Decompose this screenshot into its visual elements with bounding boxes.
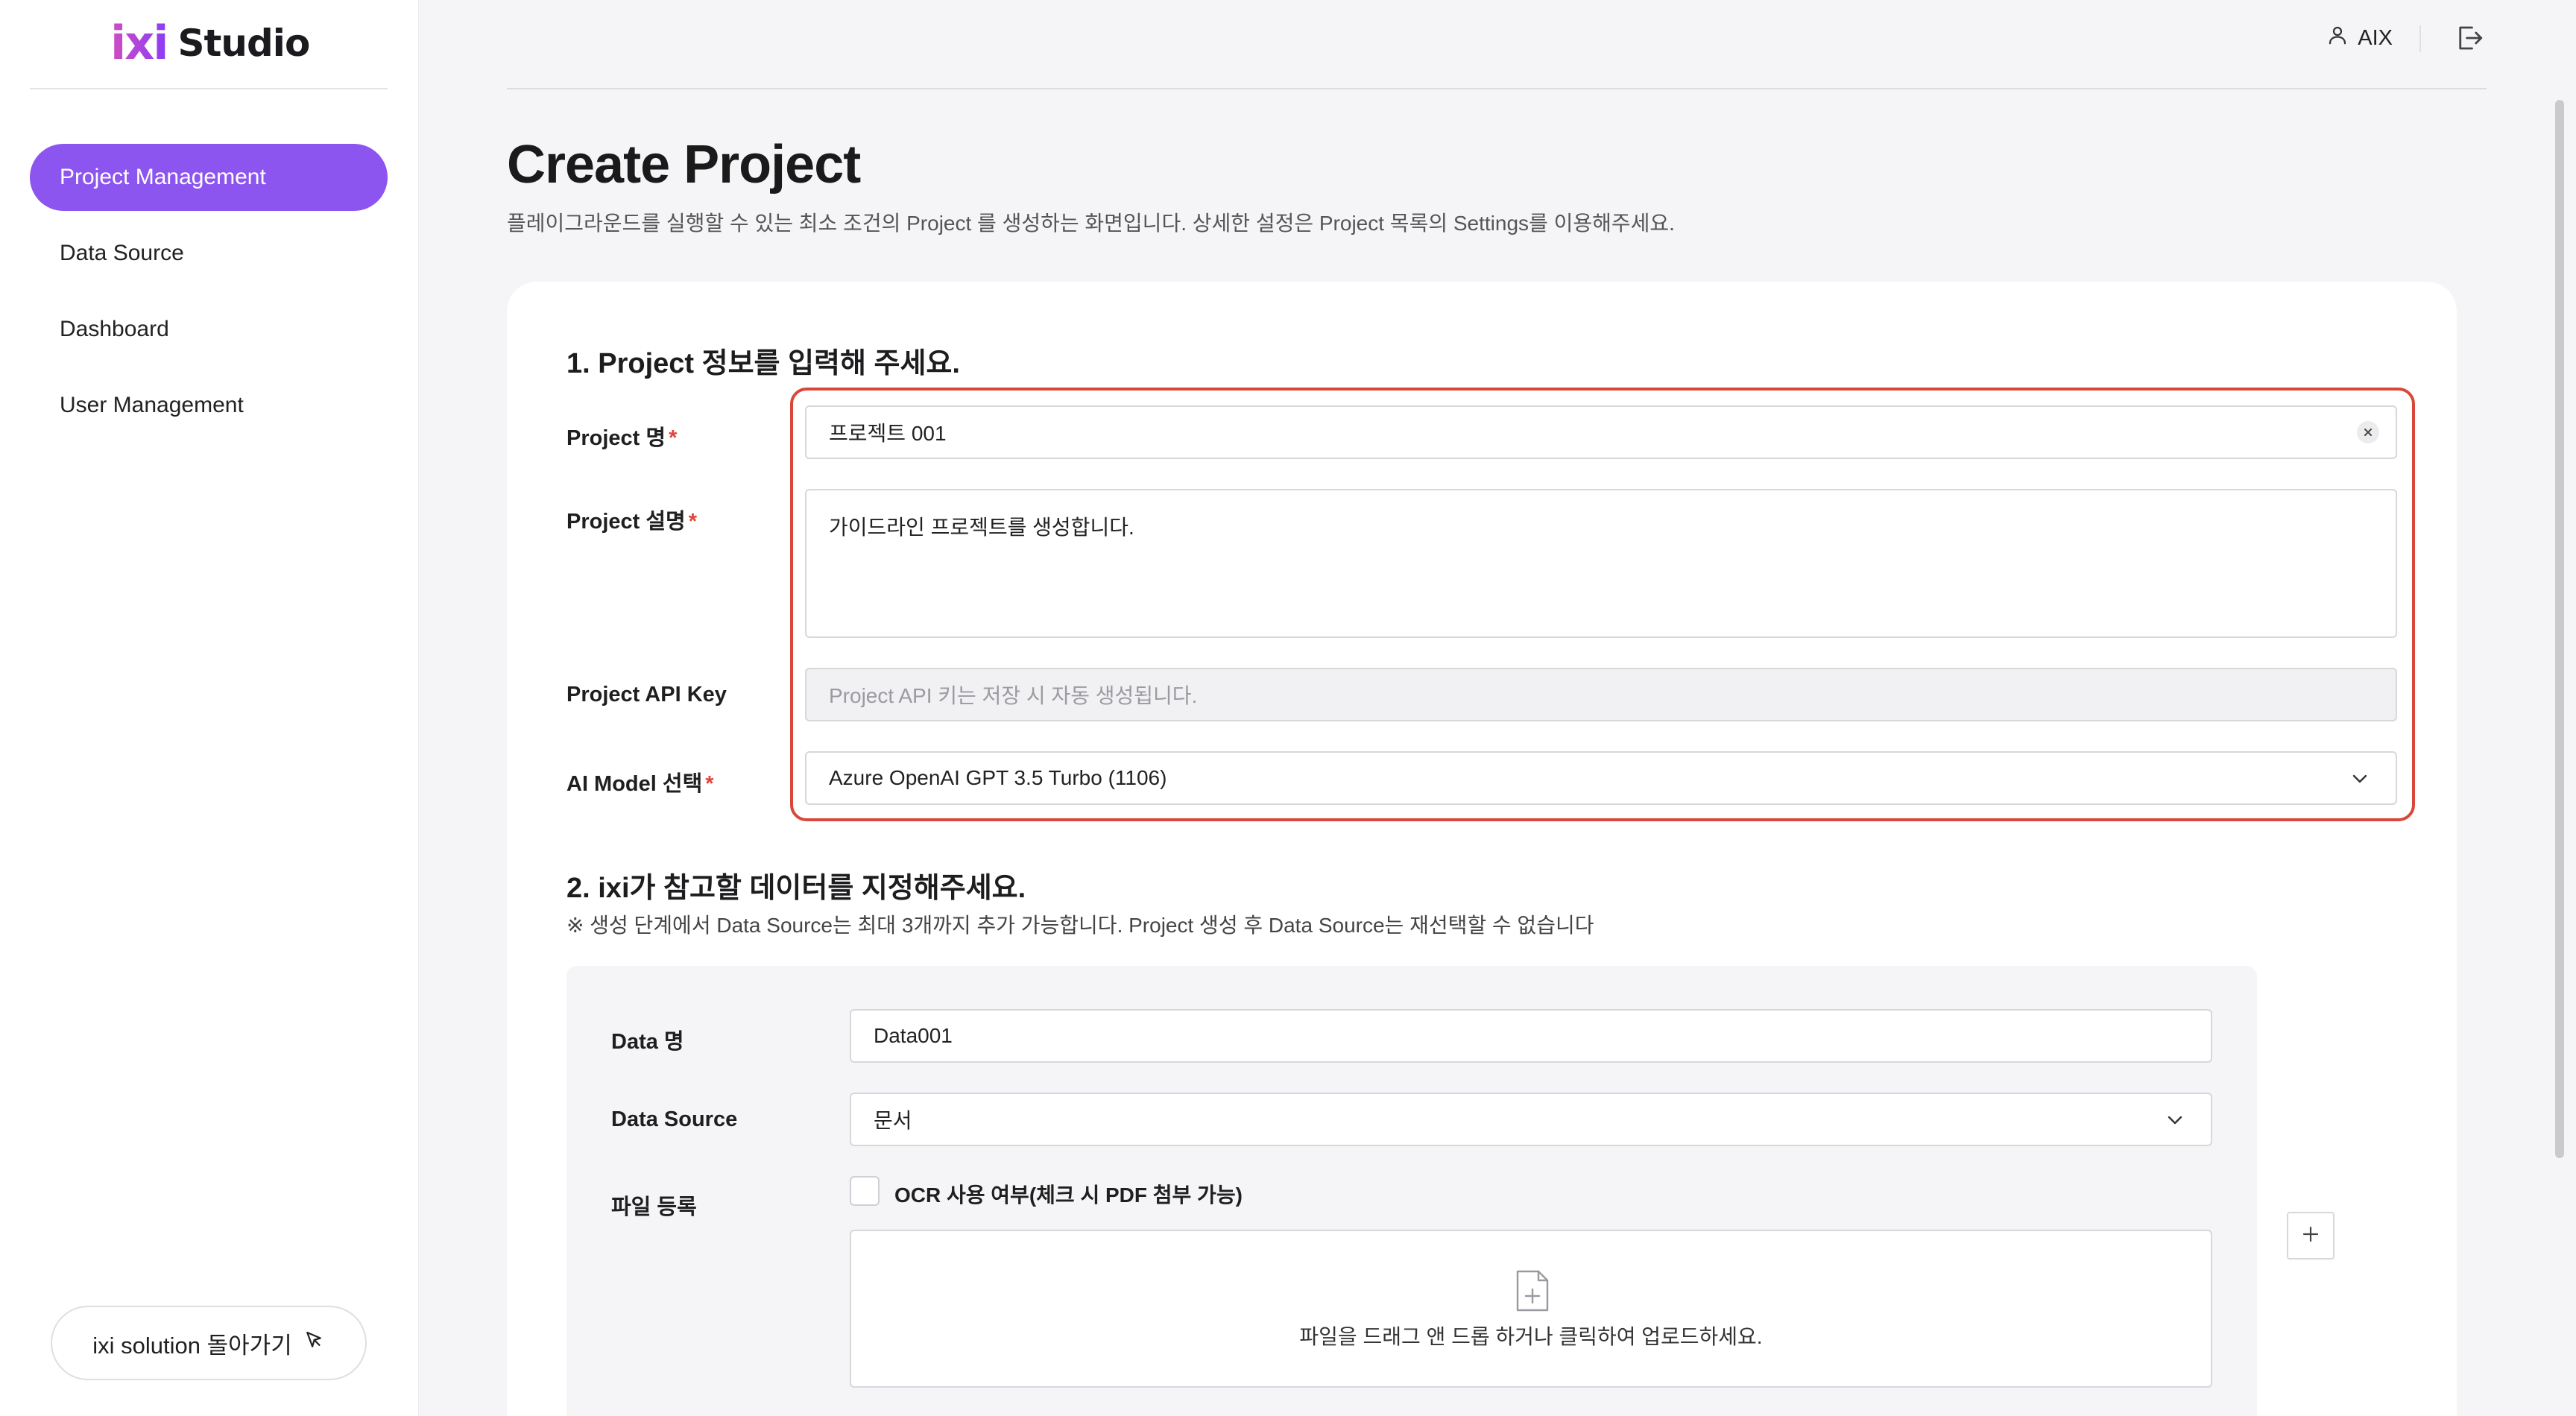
- project-name-label-text: Project 명: [566, 426, 666, 450]
- project-api-key-label: Project API Key: [566, 683, 727, 707]
- project-api-key-input: Project API 키는 저장 시 자동 생성됩니다.: [805, 668, 2397, 721]
- data-name-value: Data001: [874, 1024, 953, 1047]
- project-description-label-text: Project 설명: [566, 510, 686, 534]
- dropzone-text: 파일을 드래그 앤 드롭 하거나 클릭하여 업로드하세요.: [1299, 1325, 1763, 1348]
- cursor-arrow-icon: [303, 1329, 325, 1357]
- sidebar: ixi Studio Project Management Data Sourc…: [0, 0, 419, 1416]
- project-description-textarea[interactable]: 가이드라인 프로젝트를 생성합니다.: [805, 489, 2397, 638]
- file-upload-label: 파일 등록: [611, 1195, 697, 1219]
- ai-model-select[interactable]: Azure OpenAI GPT 3.5 Turbo (1106): [805, 751, 2397, 805]
- header-separator: [2419, 25, 2421, 52]
- sidebar-item-label: Dashboard: [60, 317, 169, 341]
- page-description: 플레이그라운드를 실행할 수 있는 최소 조건의 Project 를 생성하는 …: [507, 212, 1675, 235]
- ocr-checkbox-label: OCR 사용 여부(체크 시 PDF 첨부 가능): [894, 1183, 1243, 1207]
- ai-model-value: Azure OpenAI GPT 3.5 Turbo (1106): [829, 766, 1167, 789]
- project-api-key-placeholder: Project API 키는 저장 시 자동 생성됩니다.: [829, 684, 1198, 707]
- user-icon: [2326, 24, 2349, 52]
- ai-model-label: AI Model 선택 *: [566, 766, 714, 797]
- sidebar-nav: Project Management Data Source Dashboard…: [30, 144, 388, 448]
- section-2-title: 2. ixi가 참고할 데이터를 지정해주세요.: [566, 873, 1026, 904]
- data-source-label: Data Source: [611, 1107, 738, 1131]
- add-data-source-button[interactable]: [2287, 1212, 2334, 1259]
- section-1-title: 1. Project 정보를 입력해 주세요.: [566, 348, 960, 379]
- sidebar-item-project-management[interactable]: Project Management: [30, 144, 388, 211]
- required-marker: *: [688, 510, 698, 534]
- project-description-value: 가이드라인 프로젝트를 생성합니다.: [829, 516, 1134, 539]
- logo-text: Studio: [177, 22, 311, 65]
- file-dropzone[interactable]: 파일을 드래그 앤 드롭 하거나 클릭하여 업로드하세요.: [850, 1230, 2212, 1388]
- chevron-down-icon: [2351, 766, 2369, 790]
- sidebar-item-label: Project Management: [60, 165, 266, 189]
- page-scrollbar[interactable]: [2555, 100, 2564, 1158]
- section-2-note: ※ 생성 단계에서 Data Source는 최대 3개까지 추가 가능합니다.…: [566, 914, 1594, 937]
- file-add-icon: [1513, 1268, 1552, 1317]
- back-button-label: ixi solution 돌아가기: [92, 1332, 292, 1359]
- chevron-down-icon: [2166, 1107, 2184, 1131]
- sidebar-item-user-management[interactable]: User Management: [30, 372, 388, 439]
- sidebar-item-data-source[interactable]: Data Source: [30, 220, 388, 287]
- sidebar-item-label: Data Source: [60, 241, 184, 265]
- project-description-label: Project 설명 *: [566, 504, 697, 535]
- data-source-value: 문서: [874, 1109, 912, 1132]
- clear-icon[interactable]: [2357, 421, 2379, 443]
- app-logo[interactable]: ixi Studio: [110, 13, 311, 73]
- plus-icon: [2301, 1224, 2320, 1248]
- logo-mark: ixi: [110, 16, 168, 70]
- user-name: AIX: [2358, 25, 2393, 50]
- project-name-label: Project 명 *: [566, 420, 677, 452]
- ocr-checkbox[interactable]: [850, 1176, 880, 1206]
- required-marker: *: [669, 426, 678, 450]
- project-name-value: 프로젝트 001: [829, 422, 947, 445]
- header-divider: [507, 88, 2487, 89]
- user-menu[interactable]: AIX: [2326, 24, 2393, 52]
- ai-model-label-text: AI Model 선택: [566, 772, 703, 796]
- page-title: Create Project: [507, 135, 861, 195]
- logout-icon[interactable]: [2454, 22, 2485, 57]
- required-marker: *: [705, 772, 714, 796]
- sidebar-item-dashboard[interactable]: Dashboard: [30, 296, 388, 363]
- sidebar-item-label: User Management: [60, 393, 244, 417]
- sidebar-divider: [30, 88, 388, 89]
- back-to-ixi-solution-button[interactable]: ixi solution 돌아가기: [51, 1306, 367, 1380]
- project-name-input[interactable]: 프로젝트 001: [805, 405, 2397, 459]
- data-source-select[interactable]: 문서: [850, 1093, 2212, 1146]
- data-name-label: Data 명: [611, 1030, 684, 1054]
- data-name-input[interactable]: Data001: [850, 1009, 2212, 1063]
